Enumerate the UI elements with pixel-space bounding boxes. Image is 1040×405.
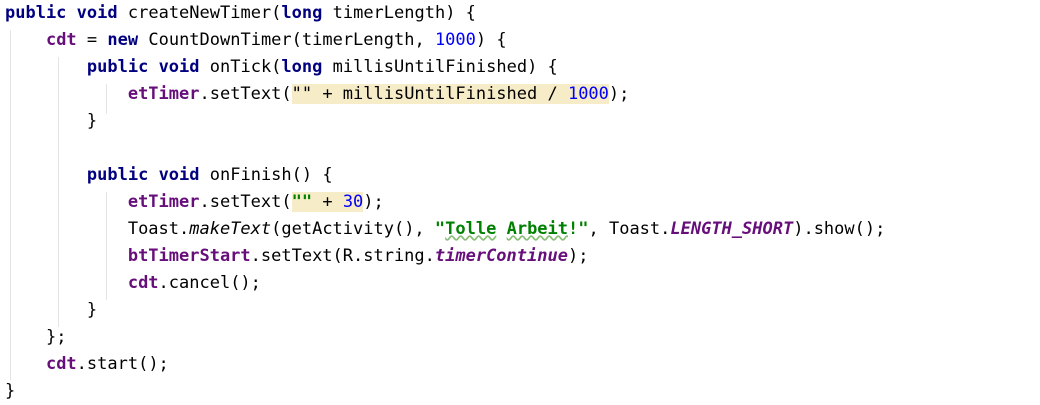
keyword-public: public — [86, 57, 149, 77]
static-method: makeText — [189, 219, 272, 239]
spelling-warning: Tolle — [445, 219, 497, 239]
highlighted-expression: "" + 30 — [291, 192, 364, 212]
code-text: millisUntilFinished) { — [332, 57, 558, 77]
field-cdt: cdt — [45, 30, 77, 50]
code-text: CountDownTimer(timerLength, — [148, 30, 435, 50]
keyword-long: long — [281, 3, 323, 23]
static-constant: LENGTH_SHORT — [670, 219, 794, 239]
number-literal: 1000 — [434, 30, 476, 50]
code-text: (getActivity(), — [271, 219, 435, 239]
code-line-1: public void createNewTimer(long timerLen… — [5, 0, 476, 27]
resource-field: timerContinue — [434, 246, 568, 266]
keyword-public: public — [5, 3, 67, 23]
highlighted-expression: "" + millisUntilFinished / 1000 — [291, 84, 609, 104]
code-line-4: etTimer.setText("" + millisUntilFinished… — [5, 81, 629, 108]
code-text: .start(); — [76, 354, 169, 374]
quote: " — [434, 219, 446, 239]
keyword-new: new — [107, 30, 139, 50]
spelling-warning: Arbeit — [506, 219, 569, 239]
keyword-void: void — [76, 3, 118, 23]
code-text: ); — [608, 84, 630, 104]
code-line-5: } — [5, 108, 97, 135]
code-text: ) { — [475, 30, 507, 50]
code-line-14: cdt.start(); — [5, 351, 169, 378]
code-text: , Toast. — [588, 219, 671, 239]
method-name: onTick( — [209, 57, 282, 77]
code-text: .setText(R.string. — [250, 246, 435, 266]
keyword-long: long — [281, 57, 323, 77]
code-line-15: } — [5, 378, 15, 405]
code-line-3: public void onTick(long millisUntilFinis… — [5, 54, 558, 81]
method-name: createNewTimer( — [127, 3, 282, 23]
code-text: .setText( — [199, 192, 292, 212]
quote: !" — [568, 219, 589, 239]
code-text: ).show(); — [793, 219, 886, 239]
code-text: onFinish() { — [209, 165, 333, 185]
code-line-9: Toast.makeText(getActivity(), "Tolle Arb… — [5, 216, 886, 243]
code-text: ); — [363, 192, 384, 212]
code-line-12: } — [5, 297, 97, 324]
code-line-8: etTimer.setText("" + 30); — [5, 189, 384, 216]
keyword-void: void — [158, 165, 200, 185]
code-text: ); — [567, 246, 589, 266]
string-literal: "Tolle Arbeit!" — [435, 219, 589, 239]
code-line-7: public void onFinish() { — [5, 162, 333, 189]
closing-brace: } — [5, 381, 16, 401]
code-editor[interactable]: public void createNewTimer(long timerLen… — [0, 0, 1040, 405]
string-literal: "" — [291, 192, 313, 212]
code-text: .setText( — [199, 84, 292, 104]
field-btTimerStart: btTimerStart — [127, 246, 251, 266]
field-etTimer: etTimer — [127, 192, 200, 212]
code-line-10: btTimerStart.setText(R.string.timerConti… — [5, 243, 589, 270]
code-line-2: cdt = new CountDownTimer(timerLength, 10… — [5, 27, 507, 54]
closing-brace: } — [86, 111, 98, 131]
class-name: Toast. — [127, 219, 190, 239]
field-cdt: cdt — [45, 354, 77, 374]
code-text: + — [312, 192, 343, 212]
keyword-void: void — [158, 57, 200, 77]
code-line-13: }; — [5, 324, 66, 351]
code-text: .cancel(); — [158, 273, 261, 293]
closing-brace: } — [86, 300, 98, 320]
code-text: = — [76, 30, 108, 50]
field-etTimer: etTimer — [127, 84, 200, 104]
closing-brace: }; — [45, 327, 67, 347]
code-text: timerLength) { — [332, 3, 476, 23]
code-text: "" + millisUntilFinished / — [291, 84, 568, 104]
field-cdt: cdt — [127, 273, 159, 293]
number-literal: 30 — [342, 192, 364, 212]
number-literal: 1000 — [567, 84, 609, 104]
code-line-11: cdt.cancel(); — [5, 270, 261, 297]
keyword-public: public — [86, 165, 149, 185]
